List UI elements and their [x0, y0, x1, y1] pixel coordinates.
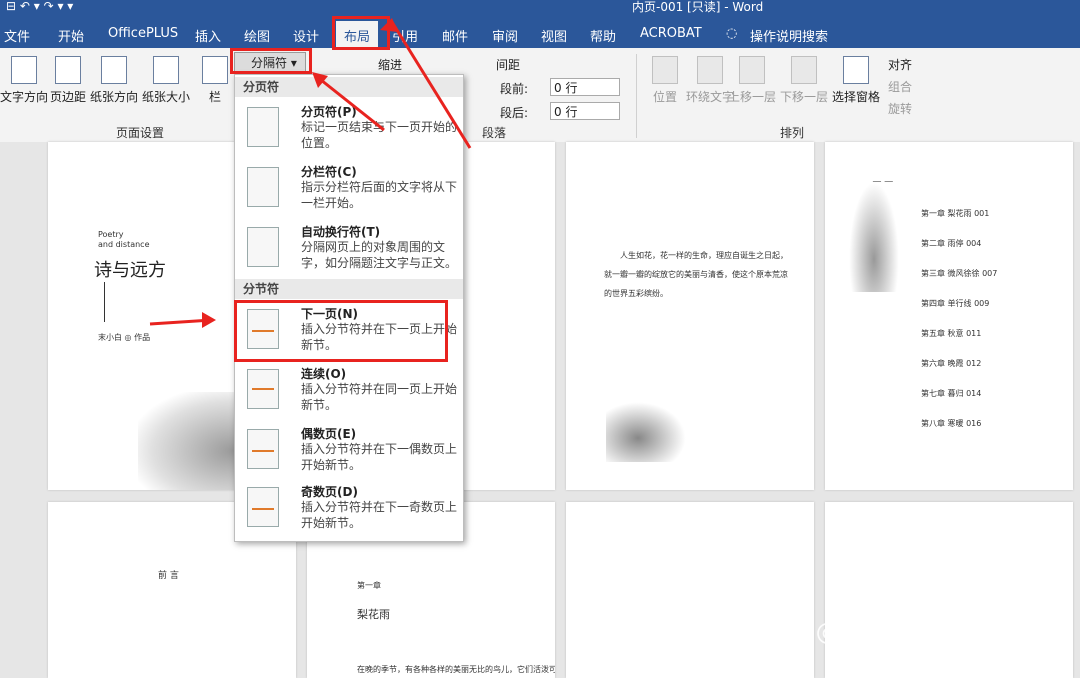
- watermark: 知乎 @星河设计学: [760, 618, 960, 646]
- arrowhead-breaks: [312, 72, 328, 88]
- arrowhead-next-page: [202, 312, 216, 328]
- annotation-arrows: [149, 18, 472, 328]
- arrow-to-layout-tab: [390, 21, 472, 149]
- arrow-to-breaks-button: [315, 74, 385, 132]
